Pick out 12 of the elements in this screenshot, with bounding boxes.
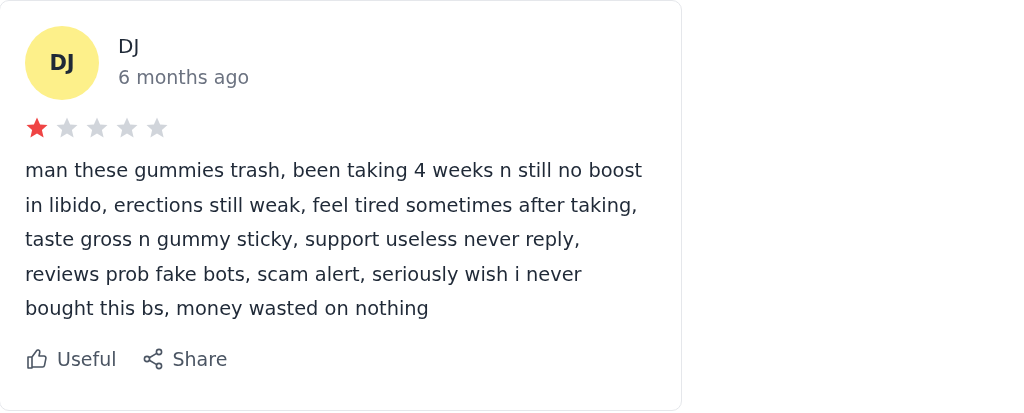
star-icon — [115, 116, 139, 140]
share-button[interactable]: Share — [140, 346, 228, 371]
star-icon — [145, 116, 169, 140]
author-name: DJ — [118, 34, 141, 58]
avatar: DJ — [25, 26, 99, 100]
star-icon — [55, 116, 79, 140]
review-text: man these gummies trash, been taking 4 weeks n still no boost in libido, erections still weak, feel tired sometimes after taking, taste gross n gummy sticky, support useless never reply, reviews prob fake bots, scam alert, seriously wish i never bought this bs, money wasted on nothing — [25, 158, 644, 323]
star-icon — [25, 116, 49, 140]
review-time: 6 months ago — [118, 66, 250, 88]
thumbs-up-icon — [25, 346, 49, 371]
star-icon — [85, 116, 109, 140]
useful-button[interactable]: Useful — [25, 346, 117, 371]
